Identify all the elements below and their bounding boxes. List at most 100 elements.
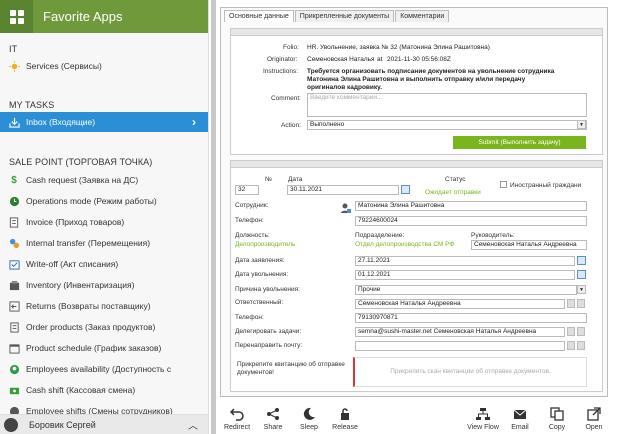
sleep-button[interactable]: Sleep bbox=[289, 404, 329, 431]
tab-comments[interactable]: Комментарии bbox=[395, 10, 450, 22]
delegate-label: Делегировать задачи: bbox=[235, 328, 302, 335]
inbox-icon bbox=[8, 116, 20, 128]
num-label: № bbox=[265, 176, 272, 183]
action-label: Action: bbox=[281, 122, 301, 129]
share-button[interactable]: Share bbox=[253, 404, 293, 431]
open-button[interactable]: Open bbox=[574, 404, 614, 431]
chevron-down-icon[interactable]: ▼ bbox=[577, 285, 586, 294]
sidebar-item-order-products[interactable]: Order products (Заказ продуктов) bbox=[0, 317, 208, 337]
position-value[interactable]: Делопроизводитель bbox=[235, 241, 295, 248]
originator-time: 2021-11-30 05:56:08Z bbox=[387, 56, 451, 63]
lookup-icon[interactable] bbox=[567, 327, 575, 336]
sidebar-item-cash-shift[interactable]: Cash shift (Кассовая смена) bbox=[0, 380, 208, 400]
scrollbar[interactable] bbox=[211, 0, 216, 434]
app-header: Favorite Apps bbox=[0, 0, 208, 33]
clear-icon[interactable] bbox=[577, 299, 585, 308]
open-icon bbox=[587, 407, 601, 421]
sun-icon bbox=[8, 60, 20, 72]
responsible-label: Ответственный: bbox=[235, 299, 284, 306]
sidebar-item-label: Cash shift (Кассовая смена) bbox=[26, 385, 136, 395]
calendar-icon bbox=[8, 342, 20, 354]
reason-select[interactable]: Прочие bbox=[355, 285, 577, 295]
return-icon bbox=[8, 300, 20, 312]
copy-icon bbox=[550, 407, 564, 421]
email-button[interactable]: Email bbox=[500, 404, 540, 431]
manager-label: Руководитель: bbox=[471, 232, 515, 239]
chevron-down-icon[interactable]: ▼ bbox=[577, 120, 586, 129]
attach-dropzone[interactable]: Прикрепить скан квитанции об отправке до… bbox=[353, 357, 587, 387]
form-panel: Основные данные Прикрепленные документы … bbox=[220, 7, 608, 397]
clear-icon[interactable] bbox=[577, 341, 585, 350]
originator-at: at bbox=[377, 56, 383, 63]
tab-main-data[interactable]: Основные данные bbox=[224, 10, 294, 22]
date-field[interactable]: 30.11.2021 bbox=[287, 185, 399, 195]
status-value[interactable]: Ожидает отправки bbox=[425, 189, 481, 196]
department-value[interactable]: Отдел делопроизводства СМ РФ bbox=[355, 241, 454, 248]
delegate-field[interactable]: semna@sushi-master.net Семеновская Натал… bbox=[355, 327, 565, 337]
instructions-line-3: оригиналов кадровику. bbox=[307, 84, 383, 91]
email-label: Email bbox=[511, 424, 529, 431]
position-label: Должность: bbox=[235, 232, 270, 239]
sidebar-item-returns[interactable]: Returns (Возвраты поставщику) bbox=[0, 296, 208, 316]
manager-field[interactable]: Семеновская Наталья Андреевна bbox=[471, 240, 587, 250]
avatar bbox=[4, 417, 18, 432]
redirect-mail-field[interactable] bbox=[355, 341, 565, 351]
calendar-icon[interactable] bbox=[577, 270, 586, 279]
redirect-button[interactable]: Redirect bbox=[217, 404, 257, 431]
lookup-icon[interactable] bbox=[567, 299, 575, 308]
phone2-label: Телефон: bbox=[235, 314, 264, 321]
reason-label: Причина увольнения: bbox=[235, 286, 300, 293]
sidebar-item-internal-transfer[interactable]: Internal transfer (Перемещения) bbox=[0, 233, 208, 253]
app-menu-icon[interactable] bbox=[0, 0, 33, 33]
dismiss-date-field[interactable]: 01.12.2021 bbox=[355, 270, 575, 280]
sidebar-item-operations-mode[interactable]: Operations mode (Режим работы) bbox=[0, 191, 208, 211]
lookup-icon[interactable] bbox=[567, 341, 575, 350]
chevron-up-icon[interactable]: ︿ bbox=[188, 417, 198, 432]
status-label: Статус bbox=[445, 176, 466, 183]
num-field[interactable]: 32 bbox=[235, 185, 259, 195]
folio-label: Folio: bbox=[283, 44, 299, 51]
sidebar-item-write-off[interactable]: Write-off (Акт списания) bbox=[0, 254, 208, 274]
tab-attached-docs[interactable]: Прикрепленные документы bbox=[294, 10, 395, 22]
sidebar-item-cash-request[interactable]: $ Cash request (Заявка на ДС) bbox=[0, 170, 208, 190]
folio-value: HR. Увольнение, заявка № 32 (Матонина Эл… bbox=[307, 44, 490, 51]
request-date-field[interactable]: 27.11.2021 bbox=[355, 256, 575, 266]
cash-icon bbox=[8, 384, 20, 396]
responsible-field[interactable]: Семеновская Наталья Андреевна bbox=[355, 299, 565, 309]
phone2-field[interactable]: 79130970871 bbox=[355, 313, 587, 323]
sidebar-item-services[interactable]: Services (Сервисы) bbox=[0, 56, 208, 76]
sidebar-item-inbox[interactable]: Inbox (Входящие) › bbox=[0, 112, 208, 132]
sidebar-item-label: Internal transfer (Перемещения) bbox=[26, 238, 151, 248]
copy-button[interactable]: Copy bbox=[537, 404, 577, 431]
sidebar-item-label: Invoice (Приход товаров) bbox=[26, 217, 125, 227]
sidebar-item-label: Employees availability (Доступность с bbox=[26, 364, 172, 374]
sidebar-item-label: Product schedule (График заказов) bbox=[26, 343, 162, 353]
sidebar-item-label: Services (Сервисы) bbox=[26, 61, 102, 71]
comment-input[interactable]: Введите комментарии... bbox=[307, 93, 587, 117]
sidebar-item-inventory[interactable]: Inventory (Инвентаризация) bbox=[0, 275, 208, 295]
cart-icon bbox=[8, 321, 20, 333]
section-my-tasks: MY TASKS bbox=[9, 100, 55, 110]
release-button[interactable]: Release bbox=[325, 404, 365, 431]
sidebar-item-employees-availability[interactable]: Employees availability (Доступность с bbox=[0, 359, 208, 379]
dismiss-date-label: Дата увольнения: bbox=[235, 271, 289, 278]
phone-field[interactable]: 79224600024 bbox=[355, 216, 587, 226]
task-box: Folio: HR. Увольнение, заявка № 32 (Мато… bbox=[230, 28, 603, 155]
calendar-icon[interactable] bbox=[401, 185, 410, 194]
chevron-right-icon: › bbox=[192, 115, 196, 129]
user-bar[interactable]: Боровик Сергей ︿ bbox=[0, 414, 208, 434]
calendar-icon[interactable] bbox=[577, 256, 586, 265]
clear-icon[interactable] bbox=[577, 327, 585, 336]
action-select[interactable]: Выполнено bbox=[307, 120, 587, 130]
inventory-icon bbox=[8, 279, 20, 291]
request-date-label: Дата заявления: bbox=[235, 257, 285, 264]
view-flow-button[interactable]: View Flow bbox=[463, 404, 503, 431]
sidebar-item-invoice[interactable]: Invoice (Приход товаров) bbox=[0, 212, 208, 232]
foreign-checkbox[interactable] bbox=[500, 181, 507, 188]
redirect-icon bbox=[230, 408, 244, 421]
employee-field[interactable]: Матонина Элина Рашитовна bbox=[355, 201, 587, 211]
document-icon bbox=[8, 216, 20, 228]
transfer-icon bbox=[8, 237, 20, 249]
submit-button[interactable]: Submit (Выполнить задачу) bbox=[453, 136, 586, 149]
sidebar-item-product-schedule[interactable]: Product schedule (График заказов) bbox=[0, 338, 208, 358]
